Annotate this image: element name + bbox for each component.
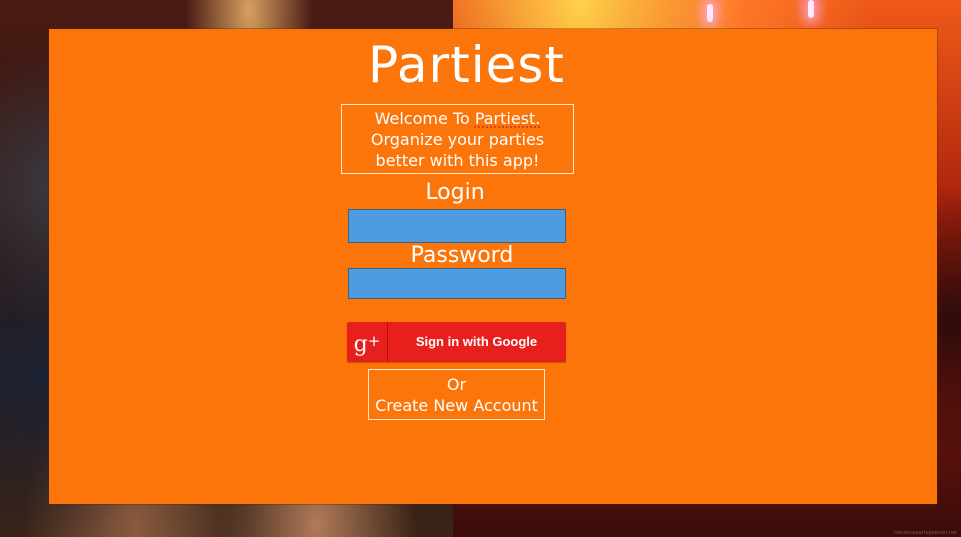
create-account-or: Or (446, 375, 467, 394)
welcome-line-2: Organize your parties (370, 130, 545, 149)
welcome-prefix: Welcome To (374, 109, 475, 128)
app-title: Partiest (367, 36, 565, 94)
welcome-brand: Partiest. (474, 109, 541, 128)
google-plus-icon: g+ (347, 322, 388, 362)
login-panel: Partiest Welcome To Partiest. Organize y… (49, 29, 937, 504)
login-label: Login (425, 180, 485, 205)
create-account-label: Create New Account (375, 396, 538, 415)
create-account-button[interactable]: Or Create New Account (368, 369, 545, 420)
google-signin-button[interactable]: g+ Sign in with Google (347, 322, 566, 362)
login-input[interactable] (348, 209, 566, 243)
welcome-line-3: better with this app! (375, 151, 540, 170)
app-window: fabulouspartyplanner.net Partiest Welcom… (0, 0, 961, 537)
welcome-message: Welcome To Partiest. Organize your parti… (341, 104, 574, 174)
stage-light (808, 0, 814, 18)
password-input[interactable] (348, 268, 566, 299)
watermark-text: fabulouspartyplanner.net (893, 530, 957, 536)
password-label: Password (410, 243, 514, 268)
welcome-line-1: Welcome To Partiest. (342, 108, 573, 129)
stage-light (707, 4, 713, 22)
google-signin-label: Sign in with Google (415, 334, 538, 349)
